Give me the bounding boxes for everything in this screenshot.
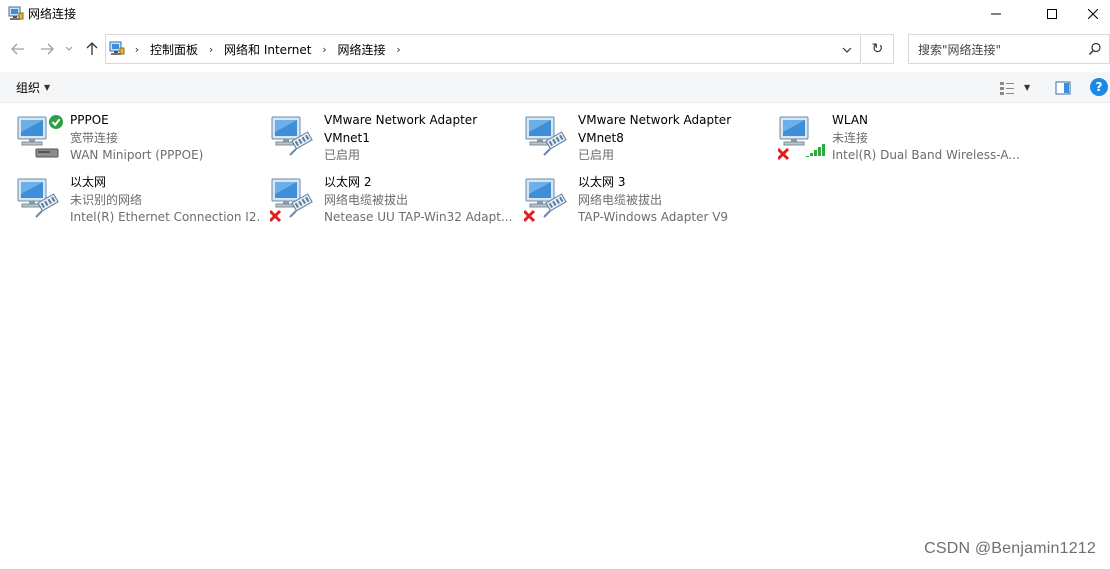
breadcrumb-network-connections[interactable]: 网络连接 <box>331 42 391 58</box>
chevron-down-icon <box>842 47 852 53</box>
preview-pane-icon[interactable] <box>1055 80 1071 96</box>
connection-details: VMware Network Adapter VMnet1 已启用 <box>324 112 514 165</box>
chevron-down-icon <box>65 46 73 51</box>
address-bar[interactable]: › 控制面板 › 网络和 Internet › 网络连接 › <box>105 34 861 64</box>
ethernet-adapter-icon <box>268 175 318 223</box>
minimize-icon <box>991 13 1001 15</box>
connection-details: WLAN 未连接 Intel(R) Dual Band Wireless-A... <box>832 112 1022 165</box>
arrow-right-icon <box>41 43 54 55</box>
connection-status: 网络电缆被拔出 <box>324 192 409 207</box>
ethernet-adapter-icon <box>16 175 64 223</box>
connections-list: PPPOE 宽带连接 WAN Miniport (PPPOE) VMware Netw… <box>0 104 1110 569</box>
forward-button[interactable] <box>39 41 55 57</box>
chevron-right-icon[interactable]: › <box>204 42 218 58</box>
connection-name-line2: VMnet8 <box>578 130 624 145</box>
ethernet-adapter-icon <box>524 113 572 161</box>
connection-item[interactable]: 以太网 2 网络电缆被拔出 Netease UU TAP-Win32 Adapt..… <box>254 166 512 228</box>
search-icon[interactable] <box>1088 42 1102 56</box>
connection-details: 以太网 2 网络电缆被拔出 Netease UU TAP-Win32 Adapt..… <box>324 174 514 227</box>
connection-details: VMware Network Adapter VMnet8 已启用 <box>578 112 768 165</box>
connection-item[interactable]: 以太网未识别的网络 Intel(R) Ethernet Connection I2… <box>0 166 260 228</box>
connection-item[interactable]: PPPOE 宽带连接 WAN Miniport (PPPOE) <box>0 104 252 166</box>
connection-item[interactable]: 以太网 3 网络电缆被拔出 TAP-Windows Adapter V9 <box>508 166 760 228</box>
connection-details: 以太网 3 网络电缆被拔出 TAP-Windows Adapter V9 <box>578 174 768 227</box>
connection-name-line2: VMnet1 <box>324 130 370 145</box>
connection-details: 以太网未识别的网络 Intel(R) Ethernet Connection I2… <box>70 174 260 227</box>
window-title: 网络连接 <box>28 7 77 21</box>
breadcrumb: › 控制面板 › 网络和 Internet › 网络连接 › <box>130 42 406 58</box>
arrow-left-icon <box>11 43 24 55</box>
navigation-bar: › 控制面板 › 网络和 Internet › 网络连接 › ↻ 搜索"网络连接… <box>0 33 1110 65</box>
chevron-right-icon[interactable]: › <box>317 42 331 58</box>
ethernet-adapter-icon <box>522 175 572 223</box>
refresh-button[interactable]: ↻ <box>862 34 894 64</box>
connection-item[interactable]: WLAN 未连接 Intel(R) Dual Band Wireless-A... <box>762 104 1020 166</box>
connection-name: 以太网 2 <box>324 175 372 189</box>
connection-item[interactable]: VMware Network Adapter VMnet8 已启用 <box>508 104 760 166</box>
connection-name: PPPOE <box>70 113 109 127</box>
recent-locations-button[interactable] <box>64 41 74 57</box>
connection-name: 以太网 <box>70 175 107 189</box>
organize-label: 组织 <box>16 81 41 95</box>
connection-status: 宽带连接 <box>70 130 119 145</box>
search-input[interactable]: 搜索"网络连接" <box>908 34 1110 64</box>
chevron-right-icon[interactable]: › <box>130 42 144 58</box>
breadcrumb-network-internet[interactable]: 网络和 Internet <box>218 42 317 58</box>
help-button[interactable]: ? <box>1090 78 1108 96</box>
close-icon <box>1087 9 1098 19</box>
connection-name: VMware Network Adapter <box>578 113 732 127</box>
title-bar: 网络连接 <box>0 0 1110 28</box>
caret-down-icon: ▼ <box>44 83 51 92</box>
maximize-icon <box>1047 9 1057 19</box>
connection-status: 未识别的网络 <box>70 192 143 207</box>
connection-status: 网络电缆被拔出 <box>578 192 663 207</box>
connection-device: Netease UU TAP-Win32 Adapt... <box>324 210 513 224</box>
connection-device: WAN Miniport (PPPOE) <box>70 148 204 162</box>
broadband-adapter-icon <box>16 113 64 161</box>
network-folder-icon <box>109 41 125 55</box>
ethernet-adapter-icon <box>270 113 318 161</box>
organize-menu-button[interactable]: 组织 ▼ <box>16 80 50 96</box>
search-placeholder: 搜索"网络连接" <box>918 43 1002 57</box>
connection-name: 以太网 3 <box>578 175 626 189</box>
address-history-button[interactable] <box>840 43 854 57</box>
change-view-icon[interactable] <box>999 80 1015 96</box>
connection-details: PPPOE 宽带连接 WAN Miniport (PPPOE) <box>70 112 260 165</box>
network-connections-app-icon <box>8 6 24 20</box>
command-bar: 组织 ▼ ▼ <box>0 72 1110 103</box>
view-options-caret-icon[interactable]: ▼ <box>1024 80 1030 96</box>
chevron-right-icon[interactable]: › <box>392 42 406 58</box>
connection-status: 已启用 <box>324 148 361 162</box>
connection-device: Intel(R) Ethernet Connection I2... <box>70 210 260 224</box>
connection-device: Intel(R) Dual Band Wireless-A... <box>832 148 1020 162</box>
refresh-icon: ↻ <box>871 41 884 57</box>
wireless-adapter-icon <box>776 113 826 161</box>
watermark: CSDN @Benjamin1212 <box>924 540 1096 557</box>
up-button[interactable] <box>84 41 100 57</box>
connection-item[interactable]: VMware Network Adapter VMnet1 已启用 <box>254 104 506 166</box>
connection-status: 已启用 <box>578 148 615 162</box>
connection-name: WLAN <box>832 113 869 127</box>
minimize-button[interactable] <box>973 0 1019 28</box>
close-button[interactable] <box>1075 0 1110 28</box>
maximize-button[interactable] <box>1029 0 1075 28</box>
arrow-up-icon <box>86 42 98 55</box>
back-button[interactable] <box>10 41 26 57</box>
connection-status: 未连接 <box>832 130 869 145</box>
network-connections-window: 网络连接 › 控制面板 › 网络和 Internet › 网络连接 › ↻ 搜索… <box>0 0 1110 569</box>
connection-device: TAP-Windows Adapter V9 <box>578 210 729 224</box>
connection-name: VMware Network Adapter <box>324 113 478 127</box>
breadcrumb-control-panel[interactable]: 控制面板 <box>144 42 204 58</box>
